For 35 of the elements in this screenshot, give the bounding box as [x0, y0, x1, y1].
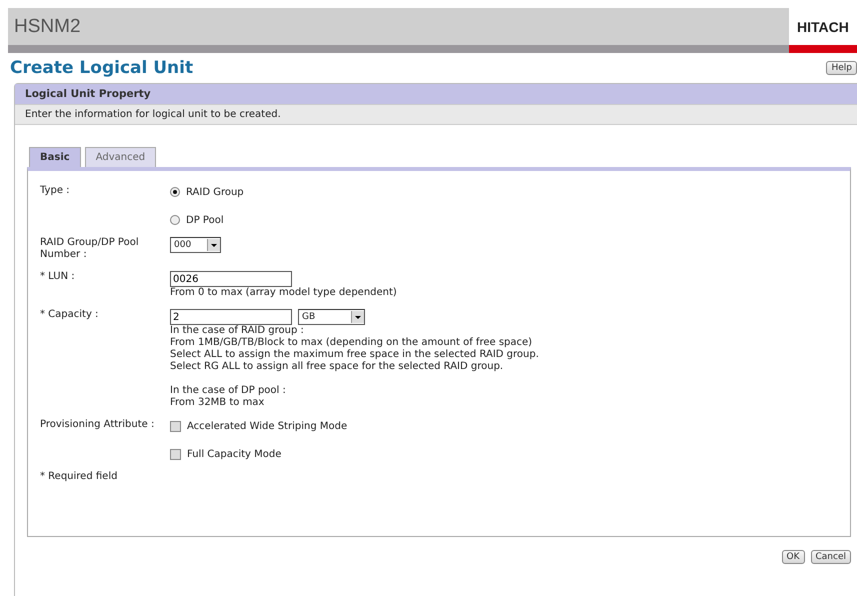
- tab[interactable]: Basic: [29, 147, 81, 167]
- radio-button[interactable]: [170, 187, 180, 197]
- lun-field[interactable]: 0026: [170, 271, 292, 287]
- product-name: HSNM2: [13, 16, 81, 38]
- tab[interactable]: Advanced: [84, 147, 156, 167]
- hint-text: From 0 to max (array model type dependent): [170, 287, 397, 299]
- help-button[interactable]: Help: [826, 61, 857, 75]
- dialog-button[interactable]: Cancel: [810, 550, 851, 564]
- checkbox[interactable]: [170, 420, 181, 432]
- dialog-button[interactable]: OK: [782, 550, 804, 564]
- hint-text: Select ALL to assign the maximum free space in the selected RAID group.: [170, 349, 539, 361]
- hint-text: In the case of RAID group :: [170, 325, 305, 337]
- radio-button[interactable]: [170, 215, 180, 225]
- option-label: Full Capacity Mode: [187, 448, 282, 460]
- option-label: DP Pool: [186, 214, 224, 226]
- field-label: * Capacity :: [40, 309, 100, 322]
- field-label: Type :: [40, 185, 71, 198]
- option-label: RAID Group: [186, 186, 244, 198]
- hint-text: From 1MB/GB/TB/Block to max (depending on the amount of free space): [170, 337, 534, 349]
- hint-text: In the case of DP pool :: [170, 385, 287, 397]
- checkbox[interactable]: [170, 448, 181, 460]
- hint-text: Select RG ALL to assign all free space for the selected RAID group.: [170, 361, 504, 373]
- hint-text: From 32MB to max: [170, 397, 266, 409]
- required-note: * Required field: [40, 471, 118, 482]
- brand-logo: HITACH: [789, 8, 857, 53]
- page-title: Create Logical Unit: [10, 58, 194, 78]
- capacity-field[interactable]: 2: [170, 309, 292, 325]
- option-label: Accelerated Wide Striping Mode: [187, 420, 348, 432]
- pool-number-dropdown[interactable]: 000: [170, 237, 221, 253]
- unit-dropdown[interactable]: GB: [298, 309, 365, 325]
- panel-header: Logical Unit Property: [15, 84, 857, 104]
- field-label: * LUN :: [40, 271, 76, 284]
- panel-description: Enter the information for logical unit to be created.: [15, 104, 857, 125]
- field-label: RAID Group/DP Pool Number :: [40, 237, 140, 261]
- field-label: Provisioning Attribute :: [40, 419, 156, 432]
